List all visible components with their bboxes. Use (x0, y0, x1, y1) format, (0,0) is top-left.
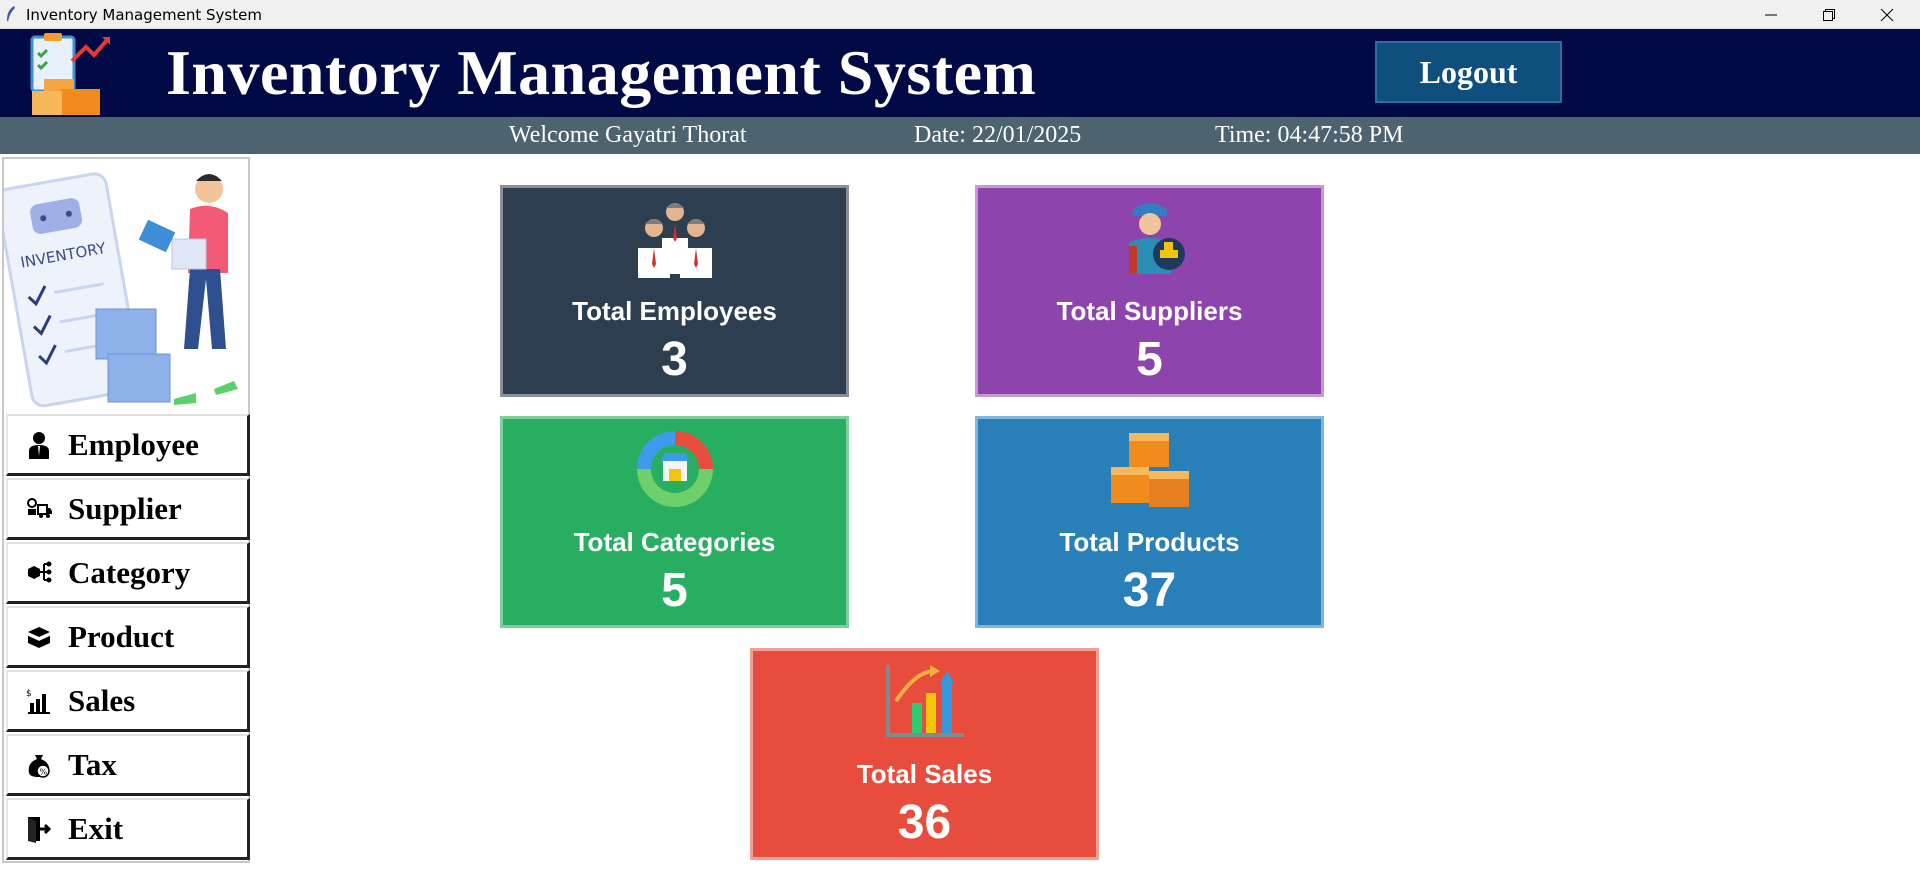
sidebar-item-label: Exit (68, 810, 124, 846)
card-value: 3 (661, 333, 688, 386)
restore-button[interactable] (1800, 0, 1858, 29)
inventory-illustration-icon: INVENTORY (4, 159, 248, 415)
sidebar-item-label: Sales (68, 682, 136, 718)
window-title: Inventory Management System (26, 6, 262, 24)
card-label: Total Products (1059, 527, 1240, 557)
card-value: 37 (1122, 564, 1177, 617)
sidebar-item-label: Category (68, 554, 191, 590)
welcome-text: Welcome Gayatri Thorat (509, 122, 747, 148)
sidebar-item-employee[interactable]: Employee (6, 414, 250, 476)
feather-icon (7, 6, 15, 22)
logout-button[interactable]: Logout (1375, 41, 1562, 103)
card-value: 5 (661, 564, 688, 617)
sidebar-item-tax[interactable]: % Tax (6, 734, 250, 796)
sidebar-item-category[interactable]: Category (6, 542, 250, 604)
employee-icon (26, 431, 52, 459)
sidebar: INVENTORY Employee Supplier Category Pro… (2, 157, 250, 863)
svg-text:%: % (40, 767, 48, 776)
supplier-icon (26, 495, 52, 523)
card-label: Total Employees (572, 296, 777, 326)
minimize-icon (1765, 14, 1777, 15)
sidebar-item-supplier[interactable]: Supplier (6, 478, 250, 540)
minimize-button[interactable] (1742, 0, 1800, 29)
close-icon (1880, 8, 1894, 21)
date-text: Date: 22/01/2025 (914, 122, 1082, 148)
sidebar-item-label: Supplier (68, 490, 182, 526)
sidebar-item-exit[interactable]: Exit (6, 798, 250, 860)
sidebar-item-label: Product (68, 618, 175, 654)
category-icon (26, 559, 52, 587)
employees-icon (637, 203, 712, 278)
sales-chart-icon (885, 665, 964, 737)
card-value: 36 (897, 796, 952, 849)
total-employees-card[interactable]: Total Employees 3 (500, 185, 849, 397)
sidebar-item-product[interactable]: Product (6, 606, 250, 668)
sales-icon: $ (26, 687, 52, 715)
categories-icon (636, 431, 713, 507)
svg-text:$: $ (26, 689, 32, 699)
sidebar-item-sales[interactable]: $ Sales (6, 670, 250, 732)
status-bar: Welcome Gayatri Thorat Date: 22/01/2025 … (0, 117, 1920, 154)
close-button[interactable] (1858, 0, 1916, 29)
card-label: Total Sales (856, 759, 993, 789)
suppliers-icon (1128, 203, 1185, 274)
exit-icon (26, 815, 52, 843)
total-suppliers-card[interactable]: Total Suppliers 5 (975, 185, 1324, 397)
app-header: Inventory Management System Logout (0, 29, 1920, 117)
time-text: Time: 04:47:58 PM (1215, 122, 1404, 148)
total-sales-card[interactable]: Total Sales 36 (750, 648, 1099, 860)
tax-icon: % (26, 751, 52, 779)
total-categories-card[interactable]: Total Categories 5 (500, 416, 849, 628)
restore-icon (1823, 8, 1835, 21)
card-label: Total Suppliers (1056, 296, 1243, 326)
sidebar-item-label: Tax (68, 746, 117, 782)
app-title: Inventory Management System (166, 37, 1037, 108)
product-icon (26, 623, 52, 651)
card-value: 5 (1136, 333, 1163, 386)
products-icon (1110, 433, 1189, 507)
total-products-card[interactable]: Total Products 37 (975, 416, 1324, 628)
window-titlebar: Inventory Management System (0, 0, 1920, 29)
inventory-logo-icon (30, 33, 110, 115)
card-label: Total Categories (573, 527, 776, 557)
sidebar-item-label: Employee (68, 426, 199, 462)
